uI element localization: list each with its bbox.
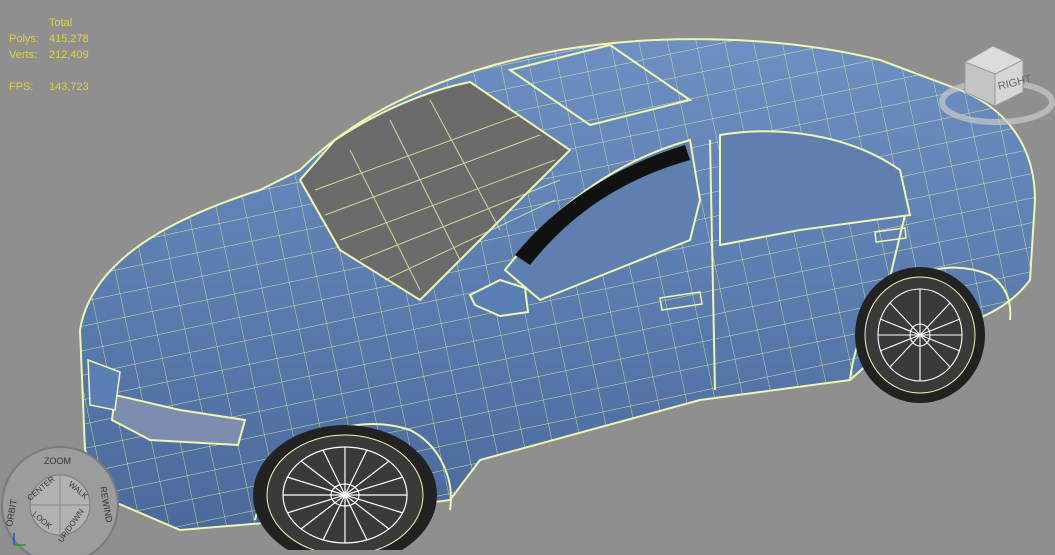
zoom-button[interactable]: ZOOM [44, 456, 71, 466]
fps-value: 143,723 [49, 81, 89, 93]
viewcube[interactable]: RIGHT [935, 40, 1055, 130]
stats-header: Total [49, 17, 73, 29]
steering-wheel[interactable]: ZOOM ORBIT REWIND CENTER WALK LOOK UP/DO… [0, 445, 125, 555]
viewport-3d[interactable] [0, 0, 1055, 550]
verts-value: 212,409 [49, 49, 89, 61]
viewport-statistics: Total Polys: 415,278 Verts: 212,409 FPS: 14… [9, 15, 89, 95]
polys-value: 415,278 [49, 33, 89, 45]
fps-label: FPS: [9, 81, 34, 93]
polys-label: Polys: [9, 33, 39, 45]
verts-label: Verts: [9, 49, 38, 61]
rear-wheel [855, 267, 985, 403]
